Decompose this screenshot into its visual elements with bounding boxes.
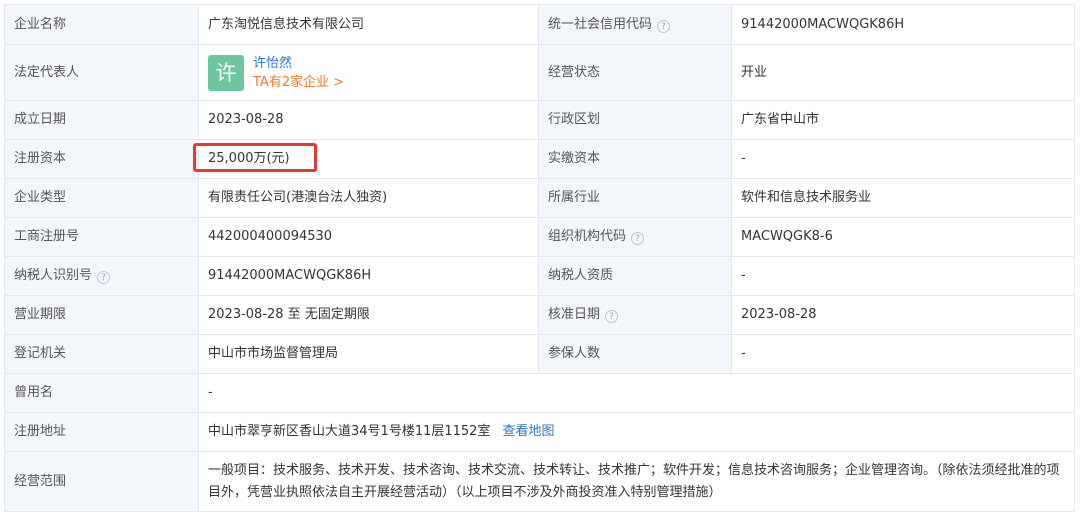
label-taxpayer-id: 纳税人识别号?: [4, 256, 199, 296]
label-status: 经营状态: [538, 44, 732, 101]
value-approval-date: 2023-08-28: [731, 295, 1075, 335]
value-paid-capital: -: [731, 139, 1075, 179]
value-founded-date: 2023-08-28: [198, 100, 539, 140]
label-region: 行政区划: [538, 100, 732, 140]
label-registration-authority: 登记机关: [4, 334, 199, 374]
legal-rep-name-link[interactable]: 许怡然: [253, 54, 344, 73]
table-row: 企业名称 广东淘悦信息技术有限公司 统一社会信用代码? 91442000MACW…: [4, 4, 1075, 45]
label-insured-count: 参保人数: [538, 334, 732, 374]
view-map-link[interactable]: 查看地图: [502, 424, 554, 439]
value-registration-number: 442000400094530: [198, 217, 539, 257]
value-legal-rep: 许 许怡然 TA有2家企业 >: [198, 44, 539, 101]
label-legal-rep: 法定代表人: [4, 44, 199, 101]
label-company-name: 企业名称: [4, 4, 199, 45]
table-row: 注册资本 25,000万(元) 实缴资本 -: [4, 139, 1075, 179]
value-business-term: 2023-08-28 至 无固定期限: [198, 295, 539, 335]
company-info-panel: 企业名称 广东淘悦信息技术有限公司 统一社会信用代码? 91442000MACW…: [0, 0, 1080, 516]
value-credit-code: 91442000MACWQGK86H: [731, 4, 1075, 45]
value-taxpayer-id: 91442000MACWQGK86H: [198, 256, 539, 296]
value-status: 开业: [731, 44, 1075, 101]
label-registered-address: 注册地址: [4, 412, 199, 452]
label-company-type: 企业类型: [4, 178, 199, 218]
table-row: 注册地址 中山市翠亨新区香山大道34号1号楼11层1152室 查看地图: [4, 412, 1075, 452]
related-companies-link[interactable]: TA有2家企业 >: [253, 73, 344, 92]
value-org-code: MACWQGK8-6: [731, 217, 1075, 257]
help-icon[interactable]: ?: [657, 19, 671, 33]
value-industry: 软件和信息技术服务业: [731, 178, 1075, 218]
value-insured-count: -: [731, 334, 1075, 374]
label-business-scope: 经营范围: [4, 451, 199, 512]
label-industry: 所属行业: [538, 178, 732, 218]
avatar[interactable]: 许: [208, 54, 244, 91]
table-row: 营业期限 2023-08-28 至 无固定期限 核准日期? 2023-08-28: [4, 295, 1075, 335]
value-business-scope: 一般项目：技术服务、技术开发、技术咨询、技术交流、技术转让、技术推广；软件开发；…: [198, 451, 1075, 512]
company-info-table: 企业名称 广东淘悦信息技术有限公司 统一社会信用代码? 91442000MACW…: [4, 4, 1075, 512]
value-company-type: 有限责任公司(港澳台法人独资): [198, 178, 539, 218]
table-row: 成立日期 2023-08-28 行政区划 广东省中山市: [4, 100, 1075, 140]
table-row: 曾用名 -: [4, 373, 1075, 413]
label-taxpayer-qualification: 纳税人资质: [538, 256, 732, 296]
label-business-term: 营业期限: [4, 295, 199, 335]
help-icon[interactable]: ?: [97, 271, 111, 284]
value-former-name: -: [198, 373, 1075, 413]
table-row: 法定代表人 许 许怡然 TA有2家企业 > 经营状态 开业: [4, 44, 1075, 101]
help-icon[interactable]: ?: [631, 232, 645, 245]
label-founded-date: 成立日期: [4, 100, 199, 140]
label-paid-capital: 实缴资本: [538, 139, 732, 179]
value-registered-address: 中山市翠亨新区香山大道34号1号楼11层1152室 查看地图: [198, 412, 1075, 452]
label-former-name: 曾用名: [4, 373, 199, 413]
table-row: 工商注册号 442000400094530 组织机构代码? MACWQGK8-6: [4, 217, 1075, 257]
value-region: 广东省中山市: [731, 100, 1075, 140]
table-row: 纳税人识别号? 91442000MACWQGK86H 纳税人资质 -: [4, 256, 1075, 296]
value-company-name: 广东淘悦信息技术有限公司: [198, 4, 539, 45]
value-registered-capital: 25,000万(元): [198, 139, 539, 179]
value-registration-authority: 中山市市场监督管理局: [198, 334, 539, 374]
table-row: 登记机关 中山市市场监督管理局 参保人数 -: [4, 334, 1075, 374]
value-taxpayer-qualification: -: [731, 256, 1075, 296]
label-org-code: 组织机构代码?: [538, 217, 732, 257]
label-registration-number: 工商注册号: [4, 217, 199, 257]
label-approval-date: 核准日期?: [538, 295, 732, 335]
label-credit-code: 统一社会信用代码?: [538, 4, 732, 45]
help-icon[interactable]: ?: [605, 310, 619, 323]
table-row: 企业类型 有限责任公司(港澳台法人独资) 所属行业 软件和信息技术服务业: [4, 178, 1075, 218]
table-row: 经营范围 一般项目：技术服务、技术开发、技术咨询、技术交流、技术转让、技术推广；…: [4, 451, 1075, 512]
label-registered-capital: 注册资本: [4, 139, 199, 179]
